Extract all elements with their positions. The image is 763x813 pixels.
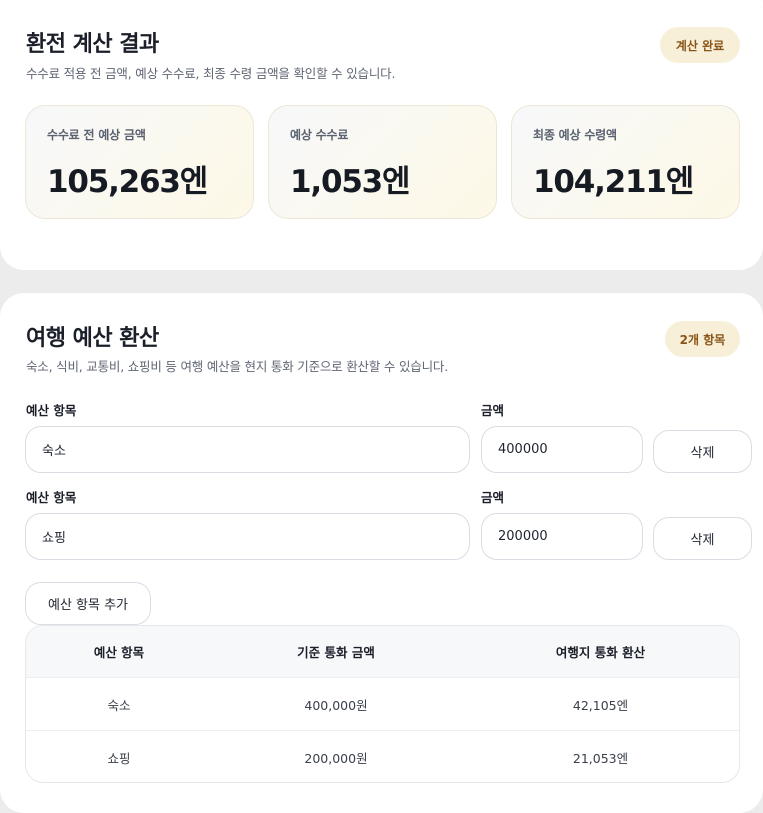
result-subtitle: 수수료 적용 전 금액, 예상 수수료, 최종 수령 금액을 확인할 수 있습니…	[26, 66, 396, 81]
budget-title: 여행 예산 환산	[26, 326, 159, 351]
table-cell: 200,000원	[304, 751, 368, 766]
stat-label: 최종 예상 수령액	[533, 128, 617, 142]
result-title: 환전 계산 결과	[26, 32, 159, 57]
table-row: 쇼핑 200,000원 21,053엔	[26, 731, 739, 782]
amount-input[interactable]: 200000	[481, 513, 643, 560]
table-cell: 400,000원	[304, 697, 368, 713]
delete-button[interactable]: 삭제	[653, 517, 752, 560]
table-cell: 쇼핑	[107, 751, 131, 766]
table-cell: 숙소	[107, 697, 131, 713]
status-badge: 계산 완료	[660, 27, 740, 63]
stat-label: 예상 수수료	[290, 128, 349, 142]
budget-item-label: 예산 항목	[26, 403, 77, 418]
column-header: 기준 통화 금액	[297, 645, 375, 660]
table-cell: 42,105엔	[572, 697, 629, 713]
add-budget-item-button[interactable]: 예산 항목 추가	[25, 582, 151, 625]
budget-table: 예산 항목 기준 통화 금액 여행지 통화 환산 숙소 400,000원 42,…	[25, 625, 740, 783]
budget-subtitle: 숙소, 식비, 교통비, 쇼핑비 등 여행 예산을 현지 통화 기준으로 환산할…	[26, 359, 448, 374]
budget-item-input[interactable]: 쇼핑	[25, 513, 470, 560]
exchange-result-card: 환전 계산 결과 수수료 적용 전 금액, 예상 수수료, 최종 수령 금액을 …	[0, 0, 763, 270]
budget-item-input[interactable]: 숙소	[25, 426, 470, 473]
stat-card-fee: 예상 수수료 1,053엔	[268, 105, 497, 219]
item-count-badge: 2개 항목	[665, 321, 740, 357]
column-header: 예산 항목	[93, 645, 145, 660]
table-header: 예산 항목 기준 통화 금액 여행지 통화 환산	[26, 626, 739, 678]
travel-budget-card: 여행 예산 환산 숙소, 식비, 교통비, 쇼핑비 등 여행 예산을 현지 통화…	[0, 293, 763, 813]
amount-label: 금액	[481, 490, 505, 505]
amount-input[interactable]: 400000	[481, 426, 643, 473]
stat-label: 수수료 전 예상 금액	[47, 128, 146, 142]
stat-card-pre-fee: 수수료 전 예상 금액 105,263엔	[25, 105, 254, 219]
stat-card-final: 최종 예상 수령액 104,211엔	[511, 105, 740, 219]
table-cell: 21,053엔	[572, 751, 629, 766]
stat-value: 1,053엔	[290, 164, 411, 200]
column-header: 여행지 통화 환산	[555, 645, 646, 660]
delete-button[interactable]: 삭제	[653, 430, 752, 473]
budget-item-label: 예산 항목	[26, 490, 77, 505]
stat-value: 104,211엔	[533, 164, 694, 200]
amount-label: 금액	[481, 403, 505, 418]
stat-value: 105,263엔	[47, 164, 208, 200]
table-row: 숙소 400,000원 42,105엔	[26, 678, 739, 731]
